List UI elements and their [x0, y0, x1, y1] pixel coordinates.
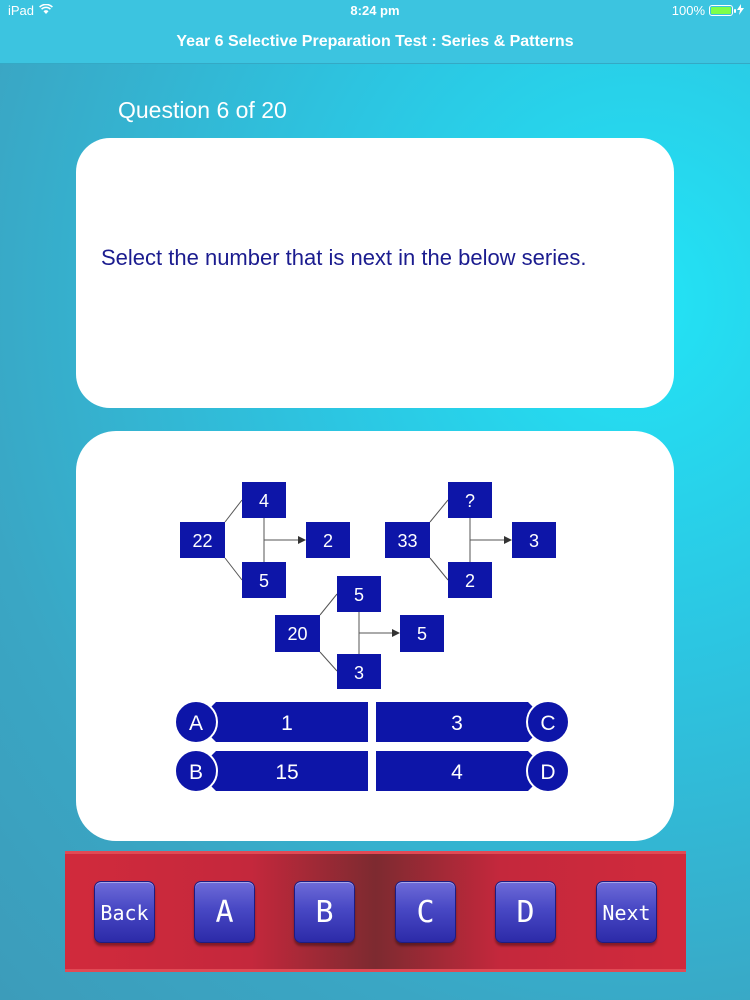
number-box: 2 — [306, 522, 350, 558]
number-label: 3 — [529, 531, 539, 551]
answer-a-button[interactable]: A — [194, 881, 255, 943]
answer-c-button[interactable]: C — [395, 881, 456, 943]
option-d-value: 4 — [451, 761, 463, 784]
number-label: 33 — [397, 531, 417, 551]
option-a-letter: A — [189, 712, 203, 735]
battery-percent: 100% — [671, 3, 705, 18]
number-box: 22 — [180, 522, 225, 558]
number-label: 22 — [192, 531, 212, 551]
charging-icon — [737, 3, 744, 18]
number-label: 5 — [417, 624, 427, 644]
number-label: 4 — [259, 491, 269, 511]
number-box: 2 — [448, 562, 492, 598]
option-c-value: 3 — [451, 712, 463, 735]
number-box: 33 — [385, 522, 430, 558]
answer-d-button[interactable]: D — [495, 881, 556, 943]
status-time: 8:24 pm — [350, 3, 400, 18]
option-a-value: 1 — [281, 712, 293, 735]
diagram-group-2: ? 33 3 2 — [385, 482, 556, 598]
answer-b-button[interactable]: B — [294, 881, 355, 943]
status-right: 100% — [672, 3, 744, 18]
number-label: 5 — [259, 571, 269, 591]
status-bar: iPad 8:24 pm 100% — [0, 0, 750, 22]
diagram-group-1: 4 22 2 5 — [180, 482, 350, 598]
back-button[interactable]: Back — [94, 881, 155, 943]
number-box: 3 — [512, 522, 556, 558]
answer-toolbar: Back A B C D Next — [65, 851, 686, 972]
nav-bar: Year 6 Selective Preparation Test : Seri… — [0, 22, 750, 64]
option-d-letter: D — [540, 761, 555, 784]
question-text: Select the number that is next in the be… — [101, 245, 587, 270]
option-a[interactable]: A 1 — [174, 700, 368, 744]
number-box: 20 — [275, 615, 320, 652]
number-box: 5 — [337, 576, 381, 612]
diagram-card: 4 22 2 5 ? 33 3 2 5 20 5 3 A 1 C 3 B 15 … — [76, 431, 674, 841]
number-label: 2 — [323, 531, 333, 551]
number-box: 5 — [400, 615, 444, 652]
option-b-value: 15 — [275, 761, 298, 784]
number-label: 5 — [354, 585, 364, 605]
number-box: 3 — [337, 654, 381, 689]
number-box: 5 — [242, 562, 286, 598]
page-title: Year 6 Selective Preparation Test : Seri… — [176, 33, 574, 50]
battery-icon — [709, 5, 736, 16]
number-label: 20 — [287, 624, 307, 644]
option-d[interactable]: D 4 — [376, 749, 570, 793]
option-b-letter: B — [189, 761, 203, 784]
option-c[interactable]: C 3 — [376, 700, 570, 744]
number-label: 2 — [465, 571, 475, 591]
option-c-letter: C — [540, 712, 555, 735]
number-box: 4 — [242, 482, 286, 518]
number-label: 3 — [354, 663, 364, 683]
unknown-number-label: ? — [465, 491, 475, 511]
number-box: ? — [448, 482, 492, 518]
series-diagram: 4 22 2 5 ? 33 3 2 5 20 5 3 A 1 C 3 B 15 … — [174, 482, 570, 793]
question-card: Select the number that is next in the be… — [76, 138, 674, 408]
question-counter: Question 6 of 20 — [118, 97, 287, 123]
diagram-group-3: 5 20 5 3 — [275, 576, 444, 689]
next-button[interactable]: Next — [596, 881, 657, 943]
option-b[interactable]: B 15 — [174, 749, 368, 793]
